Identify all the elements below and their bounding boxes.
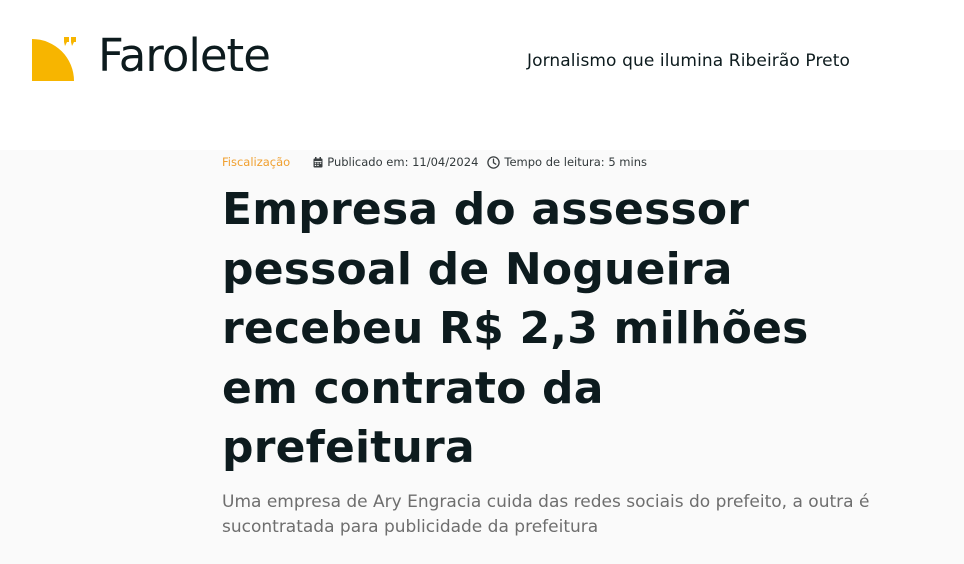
published-date-text: Publicado em: 11/04/2024 — [327, 155, 479, 169]
logo-text: Farolete — [98, 29, 271, 82]
article-subtitle: Uma empresa de Ary Engracia cuida das re… — [222, 492, 870, 537]
published-date: Publicado em: 11/04/2024 — [313, 155, 478, 169]
clock-icon — [487, 155, 501, 169]
calendar-icon — [313, 156, 323, 167]
article-header: Fiscalização Publicado em: 11/04/2024 Te… — [0, 150, 964, 564]
reading-time-text: Tempo de leitura: 5 mins — [504, 155, 647, 169]
reading-time: Tempo de leitura: 5 mins — [487, 155, 647, 169]
article-headline: Empresa do assessor pessoal de Nogueira … — [222, 184, 809, 473]
site-header: Farolete Jornalismo que ilumina Ribeirão… — [0, 0, 964, 150]
category-link[interactable]: Fiscalização — [222, 155, 290, 169]
site-tagline: Jornalismo que ilumina Ribeirão Preto — [527, 51, 851, 71]
site-logo[interactable]: Farolete — [32, 29, 271, 82]
article-meta: Fiscalização Publicado em: 11/04/2024 Te… — [222, 155, 656, 169]
lighthouse-logo-icon — [32, 35, 78, 81]
